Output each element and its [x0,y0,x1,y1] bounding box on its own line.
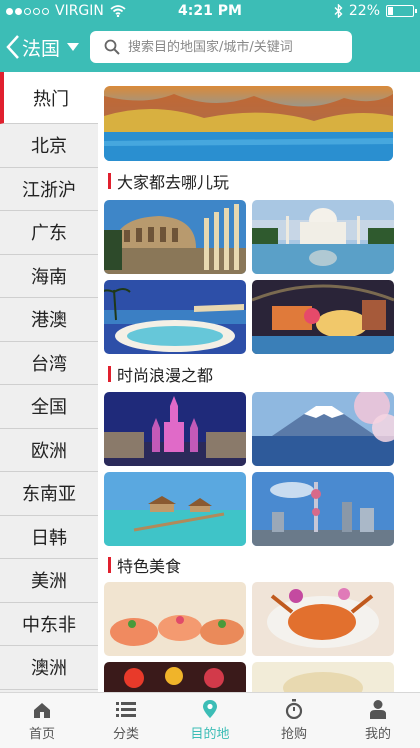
destination-tile-beach-huts[interactable] [104,472,246,546]
sidebar-item-southeast-asia[interactable]: 东南亚 [0,472,98,516]
section-accent-bar [108,366,111,382]
list-icon [116,702,136,717]
food-tile-canapes[interactable] [104,582,246,656]
sidebar-item-oceania[interactable]: 澳洲 [0,646,98,690]
tab-flash-sale[interactable]: 抢购 [252,693,336,748]
battery-icon [386,5,417,17]
sidebar-item-beijing[interactable]: 北京 [0,124,98,168]
tab-home[interactable]: 首页 [0,693,84,748]
section-title-popular: 大家都去哪儿玩 [108,171,229,192]
user-icon [370,700,386,719]
sidebar-item-japan-korea[interactable]: 日韩 [0,516,98,559]
sidebar-item-taiwan[interactable]: 台湾 [0,342,98,385]
country-selector[interactable]: 法国 [6,32,82,62]
tab-categories[interactable]: 分类 [84,693,168,748]
section-title-romantic-city: 时尚浪漫之都 [108,364,213,385]
destination-tile-taj-mahal[interactable] [252,200,394,274]
sidebar-item-americas[interactable]: 美洲 [0,559,98,603]
search-box[interactable] [90,31,352,63]
food-tile-plate[interactable] [252,662,394,692]
country-label: 法国 [22,37,61,60]
destination-content: 大家都去哪儿玩 时尚浪漫之都 特色美食 [98,72,420,692]
region-sidebar: 热门 北京 江浙沪 广东 海南 港澳 台湾 全国 欧洲 东南亚 日韩 美洲 中东… [0,72,99,692]
sidebar-item-nationwide[interactable]: 全国 [0,385,98,429]
dropdown-triangle-icon [67,43,80,51]
back-chevron-icon [6,35,19,59]
search-icon [104,39,120,55]
destination-tile-city-skyline[interactable] [252,472,394,546]
destination-tile-mount-fuji[interactable] [252,392,394,466]
destination-tile-castle[interactable] [104,392,246,466]
status-bar: VIRGIN 4:21 PM 22% [0,0,420,22]
food-tile-crab[interactable] [252,582,394,656]
battery-percent: 22% [348,3,380,19]
location-pin-icon [203,700,217,718]
tab-profile[interactable]: 我的 [336,693,420,748]
sidebar-item-europe[interactable]: 欧洲 [0,429,98,472]
tab-destination[interactable]: 目的地 [168,693,252,748]
stopwatch-icon [285,699,303,719]
sidebar-item-hot[interactable]: 热门 [0,72,98,124]
sidebar-item-hainan[interactable]: 海南 [0,255,98,298]
destination-tile-theme-park[interactable] [252,280,394,354]
section-title-food: 特色美食 [108,555,181,576]
sidebar-item-jiangzhehu[interactable]: 江浙沪 [0,168,98,211]
sidebar-item-guangdong[interactable]: 广东 [0,211,98,255]
tab-bar: 首页 分类 目的地 抢购 我的 [0,692,420,748]
sidebar-item-hongkong-macau[interactable]: 港澳 [0,298,98,342]
food-tile-dessert[interactable] [104,662,246,692]
sidebar-item-middle-east-africa[interactable]: 中东非 [0,603,98,646]
destination-tile-rome[interactable] [104,200,246,274]
search-input[interactable] [126,38,340,56]
bluetooth-icon [334,4,343,18]
banner-image[interactable] [104,86,393,161]
section-accent-bar [108,173,111,189]
destination-tile-resort-pool[interactable] [104,280,246,354]
nav-bar: 法国 [0,22,420,72]
home-icon [34,703,50,718]
section-accent-bar [108,557,111,573]
